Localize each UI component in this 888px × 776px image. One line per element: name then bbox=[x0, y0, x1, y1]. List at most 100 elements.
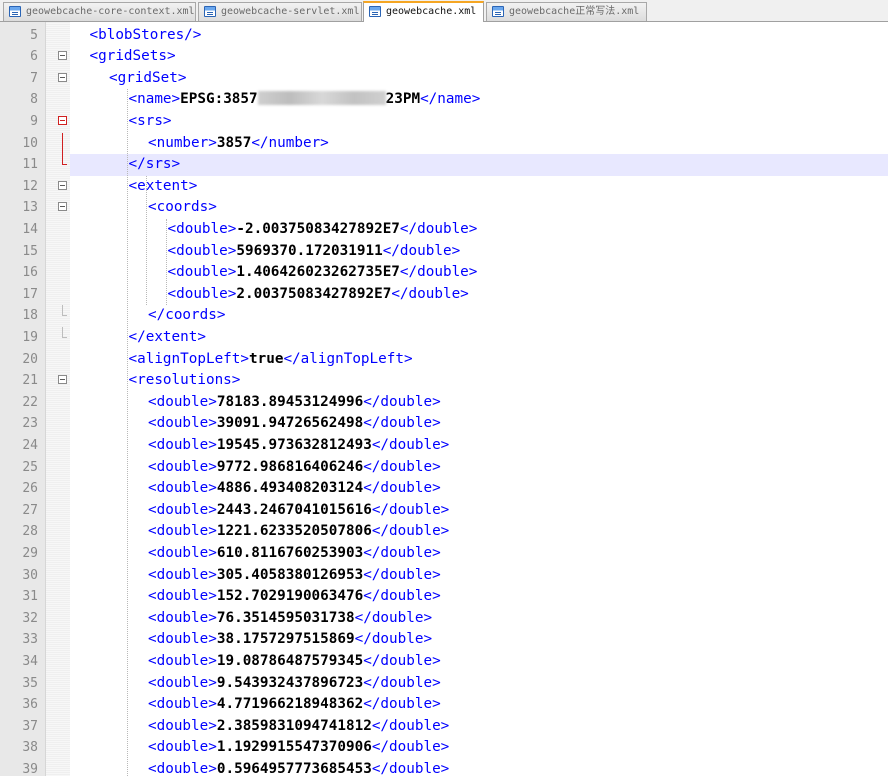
code-line[interactable]: 13 <coords> bbox=[0, 197, 888, 219]
collapse-toggle-icon[interactable] bbox=[58, 72, 67, 82]
xml-tag: <extent> bbox=[128, 177, 198, 194]
code-text: <gridSet> bbox=[109, 68, 186, 90]
tab-geowebcache[interactable]: geowebcache.xml bbox=[363, 1, 484, 22]
code-line[interactable]: 17 <double>2.00375083427892E7</double> bbox=[0, 284, 888, 306]
code-line[interactable]: 35 <double>9.543932437896723</double> bbox=[0, 673, 888, 695]
code-text: <double>0.5964957773685453</double> bbox=[148, 759, 449, 776]
code-line[interactable]: 34 <double>19.08786487579345</double> bbox=[0, 651, 888, 673]
code-line[interactable]: 31 <double>152.7029190063476</double> bbox=[0, 586, 888, 608]
fold-marker bbox=[46, 651, 70, 673]
redacted-region bbox=[257, 91, 386, 106]
code-text: <double>19.08786487579345</double> bbox=[148, 651, 441, 673]
code-line[interactable]: 32 <double>76.3514595031738</double> bbox=[0, 608, 888, 630]
code-line[interactable]: 38 <double>1.1929915547370906</double> bbox=[0, 737, 888, 759]
code-line[interactable]: 28 <double>1221.6233520507806</double> bbox=[0, 521, 888, 543]
collapse-toggle-icon[interactable] bbox=[58, 51, 67, 61]
code-text: <coords> bbox=[148, 197, 217, 219]
fold-end-marker bbox=[62, 336, 67, 338]
code-text: <double>305.4058380126953</double> bbox=[148, 565, 441, 587]
code-text: <double>19545.973632812493</double> bbox=[148, 435, 449, 457]
code-line[interactable]: 18 </coords> bbox=[0, 305, 888, 327]
code-line[interactable]: 15 <double>5969370.172031911</double> bbox=[0, 241, 888, 263]
code-line[interactable]: 10 <number>3857</number> bbox=[0, 132, 888, 155]
code-line[interactable]: 14 <double>-2.00375083427892E7</double> bbox=[0, 219, 888, 241]
code-line[interactable]: 8 <name>EPSG:3857 23PM</name> bbox=[0, 89, 888, 111]
xml-open-tag: <alignTopLeft> bbox=[128, 350, 250, 367]
code-line[interactable]: 20 <alignTopLeft>true</alignTopLeft> bbox=[0, 349, 888, 371]
code-line[interactable]: 29 <double>610.8116760253903</double> bbox=[0, 543, 888, 565]
xml-close-tag: </double> bbox=[382, 242, 461, 259]
fold-marker[interactable] bbox=[46, 111, 70, 133]
code-editor[interactable]: 5 <blobStores/> 6 <gridSets> 7 <gridSet> 8 <nam… bbox=[0, 22, 888, 776]
fold-marker bbox=[46, 326, 70, 349]
xml-open-tag: <double> bbox=[148, 415, 217, 432]
line-number: 26 bbox=[22, 481, 38, 497]
line-number: 34 bbox=[22, 653, 38, 669]
code-line[interactable]: 6 <gridSets> bbox=[0, 46, 888, 68]
line-number: 29 bbox=[22, 545, 38, 561]
code-line[interactable]: 24 <double>19545.973632812493</double> bbox=[0, 435, 888, 457]
code-line[interactable]: 16 <double>1.406426023262735E7</double> bbox=[0, 262, 888, 284]
code-line[interactable]: 11 </srs> bbox=[0, 154, 888, 176]
code-line[interactable]: 33 <double>38.1757297515869</double> bbox=[0, 629, 888, 651]
collapse-toggle-icon[interactable] bbox=[58, 115, 67, 125]
xml-close-tag: </alignTopLeft> bbox=[283, 350, 413, 367]
fold-marker[interactable] bbox=[46, 197, 70, 219]
line-number: 7 bbox=[30, 70, 38, 86]
collapse-toggle-icon[interactable] bbox=[58, 202, 67, 212]
code-line[interactable]: 12 <extent> bbox=[0, 176, 888, 198]
code-line[interactable]: 36 <double>4.771966218948362</double> bbox=[0, 694, 888, 716]
fold-marker bbox=[46, 629, 70, 651]
fold-marker bbox=[46, 413, 70, 435]
xml-close-tag: </double> bbox=[363, 652, 441, 669]
tab-geowebcache-servlet[interactable]: geowebcache-servlet.xml bbox=[198, 2, 362, 21]
code-line[interactable]: 25 <double>9772.986816406246</double> bbox=[0, 457, 888, 479]
tab-geowebcache-core-context[interactable]: geowebcache-core-context.xml bbox=[3, 2, 196, 21]
xml-value: 2.3859831094741812 bbox=[216, 717, 372, 734]
fold-marker[interactable] bbox=[46, 370, 70, 392]
code-line[interactable]: 7 <gridSet> bbox=[0, 68, 888, 90]
code-text: <blobStores/> bbox=[90, 25, 202, 47]
code-line[interactable]: 22 <double>78183.89453124996</double> bbox=[0, 392, 888, 414]
code-line[interactable]: 5 <blobStores/> bbox=[0, 25, 888, 47]
collapse-toggle-icon[interactable] bbox=[58, 375, 67, 385]
save-file-icon bbox=[204, 6, 216, 17]
code-text: <double>1221.6233520507806</double> bbox=[148, 521, 449, 543]
indent-guide bbox=[146, 175, 147, 306]
code-line[interactable]: 9 <srs> bbox=[0, 111, 888, 133]
code-line[interactable]: 37 <double>2.3859831094741812</double> bbox=[0, 716, 888, 738]
xml-value: 23PM bbox=[385, 91, 421, 108]
code-text: <double>2.00375083427892E7</double> bbox=[168, 284, 469, 306]
fold-marker[interactable] bbox=[46, 68, 70, 90]
fold-marker[interactable] bbox=[46, 46, 70, 68]
code-line[interactable]: 19 </extent> bbox=[0, 326, 888, 349]
code-text: <srs> bbox=[129, 111, 172, 133]
code-line[interactable]: 39 <double>0.5964957773685453</double> bbox=[0, 759, 888, 776]
fold-marker bbox=[46, 284, 70, 306]
xml-open-tag: <double> bbox=[148, 652, 217, 669]
tab-geowebcache-normal[interactable]: geowebcache正常写法.xml bbox=[486, 2, 647, 21]
code-text: <double>1.1929915547370906</double> bbox=[148, 737, 449, 759]
code-line[interactable]: 30 <double>305.4058380126953</double> bbox=[0, 565, 888, 587]
current-line-highlight bbox=[70, 154, 888, 176]
fold-marker[interactable] bbox=[46, 176, 70, 198]
indent-guide bbox=[165, 218, 167, 306]
xml-open-tag: <number> bbox=[148, 134, 217, 151]
code-line[interactable]: 21 <resolutions> bbox=[0, 370, 888, 392]
line-number: 39 bbox=[22, 761, 38, 776]
code-text: <alignTopLeft>true</alignTopLeft> bbox=[129, 349, 413, 371]
xml-tag: <coords> bbox=[148, 199, 217, 216]
collapse-toggle-icon[interactable] bbox=[58, 180, 67, 190]
xml-close-tag: </double> bbox=[371, 717, 450, 734]
code-line[interactable]: 23 <double>39091.94726562498</double> bbox=[0, 413, 888, 435]
xml-open-tag: <double> bbox=[167, 242, 237, 259]
code-text: <double>9772.986816406246</double> bbox=[148, 457, 441, 479]
xml-value: 5969370.172031911 bbox=[236, 242, 383, 259]
save-file-icon bbox=[369, 6, 381, 17]
fold-marker bbox=[46, 392, 70, 414]
fold-marker bbox=[46, 543, 70, 565]
code-line[interactable]: 26 <double>4886.493408203124</double> bbox=[0, 478, 888, 500]
xml-tag: <blobStores/> bbox=[89, 26, 202, 43]
code-line[interactable]: 27 <double>2443.2467041015616</double> bbox=[0, 500, 888, 522]
code-text: <double>2.3859831094741812</double> bbox=[148, 716, 449, 738]
